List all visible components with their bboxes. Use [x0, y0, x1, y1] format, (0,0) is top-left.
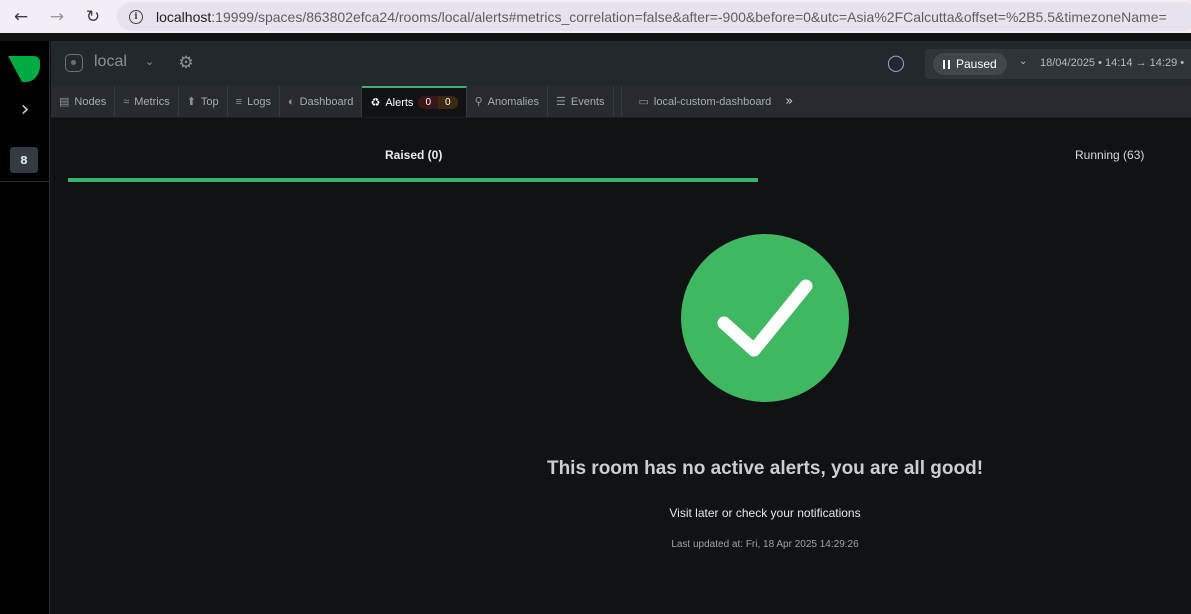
top-icon: ⬆	[186, 96, 196, 108]
time-controls: Paused ⌄ 18/04/2025 • 14:14 → 14:29 •	[925, 49, 1191, 79]
chevron-down-icon[interactable]: ⌄	[1019, 56, 1027, 67]
room-tabs: ▤ Nodes ≈ Metrics ⬆ Top ≡ Logs ◐ Dashboa…	[51, 86, 1191, 118]
tab-label: Logs	[247, 95, 271, 108]
rail-divider	[0, 181, 50, 182]
left-sidebar: › 8	[0, 41, 50, 614]
empty-state-title: This room has no active alerts, you are …	[546, 458, 984, 479]
metrics-icon: ≈	[123, 95, 130, 108]
critical-alerts-count: 0	[418, 96, 438, 109]
room-icon	[65, 54, 83, 72]
tab-label: Nodes	[74, 95, 107, 108]
browser-toolbar: ← → ↻ i localhost:19999/spaces/863802efc…	[0, 0, 1191, 33]
lightbulb-icon[interactable]: ◯	[887, 53, 905, 72]
nodes-icon: ▤	[59, 96, 70, 108]
tab-label: Events	[570, 95, 605, 108]
url-host: localhost	[156, 8, 212, 25]
space-badge[interactable]: 8	[10, 147, 38, 173]
bell-icon: ♻	[370, 97, 381, 109]
tab-label: local-custom-dashboard	[653, 95, 772, 108]
tab-alerts[interactable]: ♻ Alerts 0 0	[362, 86, 467, 117]
tab-label: Metrics	[134, 95, 170, 108]
tab-metrics[interactable]: ≈ Metrics	[115, 86, 179, 117]
tab-anomalies[interactable]: ⚲ Anomalies	[467, 86, 548, 117]
pause-button[interactable]: Paused	[933, 53, 1007, 75]
tab-label: Dashboard	[299, 95, 354, 108]
tab-raised-alerts[interactable]: Raised (0)	[385, 148, 442, 162]
tab-divider	[614, 86, 622, 117]
chevron-down-icon[interactable]: ⌄	[145, 55, 154, 68]
tab-nodes[interactable]: ▤ Nodes	[51, 86, 116, 117]
url-path: :19999/spaces/863802efca24/rooms/local/a…	[211, 8, 1167, 25]
room-header: local ⌄ ⚙ ◯ Paused ⌄ 18/04/2025 • 14:14 …	[51, 41, 1191, 86]
url-text[interactable]: localhost:19999/spaces/863802efca24/room…	[156, 9, 1167, 25]
alerts-panel: Raised (0) Running (63) This room has no…	[51, 118, 1191, 614]
active-subtab-indicator	[68, 178, 758, 182]
check-circle-icon	[681, 234, 849, 402]
tab-local-custom-dashboard[interactable]: ▭ local-custom-dashboard	[622, 86, 780, 117]
forward-icon[interactable]: →	[39, 0, 75, 33]
tab-label: Alerts	[385, 96, 414, 109]
address-bar[interactable]: i localhost:19999/spaces/863802efca24/ro…	[117, 2, 1191, 31]
reload-icon[interactable]: ↻	[75, 0, 111, 33]
netdata-logo-icon[interactable]	[8, 56, 40, 82]
more-tabs-icon[interactable]: »	[779, 86, 793, 117]
last-updated-timestamp: Last updated at: Fri, 18 Apr 2025 14:29:…	[671, 539, 859, 550]
events-icon: ☰	[555, 96, 566, 108]
pause-label: Paused	[956, 57, 997, 71]
anomalies-icon: ⚲	[474, 96, 483, 108]
gear-icon[interactable]: ⚙	[176, 53, 196, 73]
back-icon[interactable]: ←	[3, 0, 39, 33]
room-name[interactable]: local	[94, 53, 127, 71]
tab-events[interactable]: ☰ Events	[548, 86, 614, 117]
tab-label: Top	[200, 95, 219, 108]
tab-dashboard[interactable]: ◐ Dashboard	[280, 86, 363, 117]
logs-icon: ≡	[235, 95, 243, 108]
time-range-picker[interactable]: 18/04/2025 • 14:14 → 14:29 •	[1040, 57, 1184, 69]
custom-dashboard-icon: ▭	[638, 96, 649, 108]
pause-icon	[943, 59, 950, 69]
tab-top[interactable]: ⬆ Top	[179, 86, 228, 117]
site-info-icon[interactable]: i	[129, 9, 143, 24]
dashboard-icon: ◐	[287, 95, 295, 108]
warning-alerts-count: 0	[438, 96, 458, 109]
expand-sidebar-icon[interactable]: ›	[14, 99, 36, 121]
tab-label: Anomalies	[487, 95, 539, 108]
empty-state-subtitle: Visit later or check your notifications	[669, 506, 861, 520]
tab-running-alerts[interactable]: Running (63)	[1075, 148, 1144, 162]
tab-logs[interactable]: ≡ Logs	[228, 86, 280, 117]
